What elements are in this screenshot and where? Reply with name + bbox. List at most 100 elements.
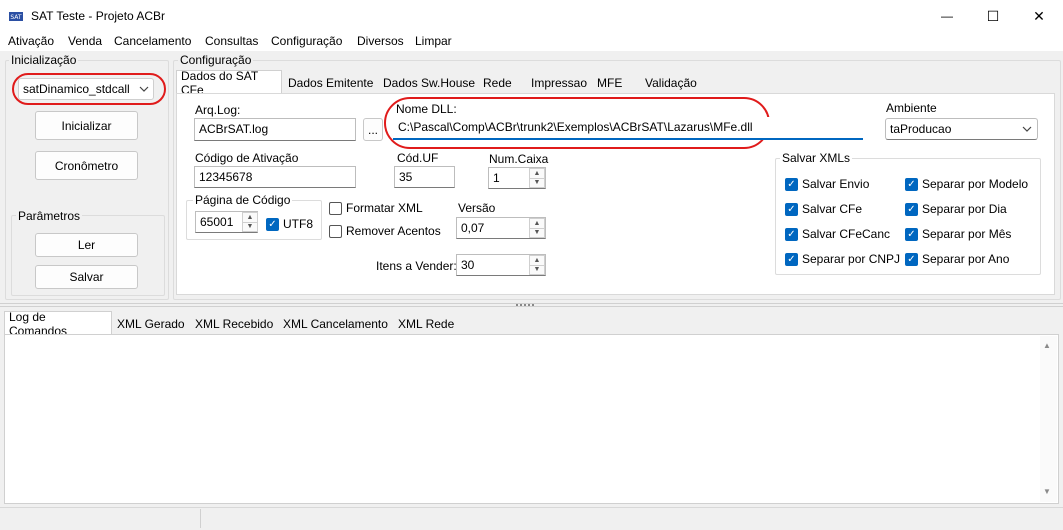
check-icon: ✓ xyxy=(785,227,798,241)
spin-down-icon: ▼ xyxy=(243,221,257,232)
menu-limpar[interactable]: Limpar xyxy=(415,34,452,48)
utf8-checkbox[interactable]: ✓ UTF8 xyxy=(266,217,313,231)
tab-dados-swhouse[interactable]: Dados Sw.House xyxy=(379,72,479,93)
salvar-envio-label: Salvar Envio xyxy=(802,177,870,191)
spin-up-icon: ▲ xyxy=(533,169,541,177)
itens-spinner[interactable]: ▲ ▼ xyxy=(529,255,545,275)
splitter-grip-icon xyxy=(516,304,534,308)
chronometer-button[interactable]: Cronômetro xyxy=(35,151,138,180)
tab-impressao[interactable]: Impressao xyxy=(527,72,591,93)
formatar-xml-label: Formatar XML xyxy=(346,201,423,215)
maximize-button[interactable]: ☐ xyxy=(970,0,1016,32)
spin-up-icon: ▲ xyxy=(533,219,541,227)
app-icon: SAT xyxy=(9,12,23,21)
tab-log-comandos[interactable]: Log de Comandos xyxy=(4,310,112,338)
svg-text:SAT: SAT xyxy=(10,14,22,21)
cod-uf-input[interactable]: 35 xyxy=(394,166,455,188)
dll-input[interactable]: C:\Pascal\Comp\ACBr\trunk2\Exemplos\ACBr… xyxy=(393,117,863,140)
salvar-xmls-label: Salvar XMLs xyxy=(780,151,853,165)
maximize-icon: ☐ xyxy=(986,7,1000,24)
separar-ano-checkbox[interactable]: ✓ Separar por Ano xyxy=(905,252,1009,266)
tab-xml-recebido[interactable]: XML Recebido xyxy=(191,313,277,334)
utf8-label: UTF8 xyxy=(283,217,313,231)
read-button[interactable]: Ler xyxy=(35,233,138,257)
tab-xml-rede[interactable]: XML Rede xyxy=(394,313,458,334)
log-memo[interactable] xyxy=(4,334,1059,504)
minimize-button[interactable]: — xyxy=(924,0,970,32)
separar-mes-label: Separar por Mês xyxy=(922,227,1012,241)
scroll-down-icon[interactable]: ▼ xyxy=(1043,487,1051,496)
menu-diversos[interactable]: Diversos xyxy=(357,34,404,48)
spin-up-icon: ▲ xyxy=(533,256,541,264)
separar-mes-checkbox[interactable]: ✓ Separar por Mês xyxy=(905,227,1011,241)
ambiente-label: Ambiente xyxy=(886,101,937,115)
menu-venda[interactable]: Venda xyxy=(68,34,102,48)
pagina-spinner[interactable]: ▲ ▼ xyxy=(242,212,258,232)
check-icon: ✓ xyxy=(785,252,798,266)
model-select[interactable]: satDinamico_stdcall xyxy=(18,78,154,100)
check-icon: ✓ xyxy=(905,227,918,241)
cod-uf-label: Cód.UF xyxy=(397,151,439,165)
num-caixa-label: Num.Caixa xyxy=(489,152,549,166)
salvar-cfe-label: Salvar CFe xyxy=(802,202,863,216)
tab-mfe[interactable]: MFE xyxy=(593,72,626,93)
scroll-up-icon[interactable]: ▲ xyxy=(1043,341,1051,350)
unchecked-box-icon xyxy=(329,201,342,215)
tab-xml-cancelamento[interactable]: XML Cancelamento xyxy=(279,313,392,334)
tab-validacao[interactable]: Validação xyxy=(641,72,701,93)
check-icon: ✓ xyxy=(266,217,279,231)
model-select-value: satDinamico_stdcall xyxy=(23,82,130,96)
ambiente-select[interactable]: taProducao xyxy=(885,118,1038,140)
menu-configuracao[interactable]: Configuração xyxy=(271,34,342,48)
arq-log-input[interactable]: ACBrSAT.log xyxy=(194,118,356,141)
config-group-label: Configuração xyxy=(178,53,254,67)
save-button[interactable]: Salvar xyxy=(35,265,138,289)
arq-log-label: Arq.Log: xyxy=(195,103,241,117)
separar-dia-checkbox[interactable]: ✓ Separar por Dia xyxy=(905,202,1007,216)
menu-cancelamento[interactable]: Cancelamento xyxy=(114,34,191,48)
tab-rede[interactable]: Rede xyxy=(479,72,516,93)
separar-modelo-label: Separar por Modelo xyxy=(922,177,1029,191)
salvar-cfecanc-checkbox[interactable]: ✓ Salvar CFeCanc xyxy=(785,227,890,241)
unchecked-box-icon xyxy=(329,224,342,238)
cod-ativacao-input[interactable]: 12345678 xyxy=(194,166,356,188)
spin-up-icon: ▲ xyxy=(246,213,254,221)
versao-spinner[interactable]: ▲ ▼ xyxy=(529,218,545,238)
formatar-xml-checkbox[interactable]: Formatar XML xyxy=(329,201,423,215)
close-button[interactable]: ✕ xyxy=(1016,0,1062,32)
status-bar xyxy=(0,507,1063,530)
pagina-label: Página de Código xyxy=(193,193,293,207)
close-icon: ✕ xyxy=(1033,7,1045,24)
check-icon: ✓ xyxy=(905,202,918,216)
chevron-down-icon xyxy=(1022,126,1032,132)
tab-dados-emitente[interactable]: Dados Emitente xyxy=(284,72,377,93)
status-divider xyxy=(200,509,201,528)
separar-modelo-checkbox[interactable]: ✓ Separar por Modelo xyxy=(905,177,1028,191)
check-icon: ✓ xyxy=(785,202,798,216)
params-group-label: Parâmetros xyxy=(16,209,83,223)
num-caixa-spinner[interactable]: ▲ ▼ xyxy=(529,168,545,188)
remover-acentos-checkbox[interactable]: Remover Acentos xyxy=(329,224,441,238)
tab-xml-gerado[interactable]: XML Gerado xyxy=(113,313,189,334)
minimize-icon: — xyxy=(941,9,953,23)
spin-down-icon: ▼ xyxy=(530,177,544,188)
initialize-button[interactable]: Inicializar xyxy=(35,111,138,140)
salvar-cfecanc-label: Salvar CFeCanc xyxy=(802,227,891,241)
spin-down-icon: ▼ xyxy=(530,227,544,238)
menu-consultas[interactable]: Consultas xyxy=(205,34,258,48)
versao-label: Versão xyxy=(458,201,496,215)
ambiente-select-value: taProducao xyxy=(890,122,952,136)
separar-ano-label: Separar por Ano xyxy=(922,252,1010,266)
check-icon: ✓ xyxy=(905,177,918,191)
browse-button[interactable]: ... xyxy=(363,118,383,141)
remover-acentos-label: Remover Acentos xyxy=(346,224,441,238)
check-icon: ✓ xyxy=(785,177,798,191)
tab-dados-sat-cfe[interactable]: Dados do SAT CFe xyxy=(176,69,282,97)
log-scrollbar[interactable] xyxy=(1040,336,1057,502)
salvar-envio-checkbox[interactable]: ✓ Salvar Envio xyxy=(785,177,869,191)
init-group-label: Inicialização xyxy=(9,53,79,67)
separar-cnpj-checkbox[interactable]: ✓ Separar por CNPJ xyxy=(785,252,900,266)
cod-ativacao-label: Código de Ativação xyxy=(195,151,299,165)
menu-ativacao[interactable]: Ativação xyxy=(8,34,54,48)
salvar-cfe-checkbox[interactable]: ✓ Salvar CFe xyxy=(785,202,862,216)
